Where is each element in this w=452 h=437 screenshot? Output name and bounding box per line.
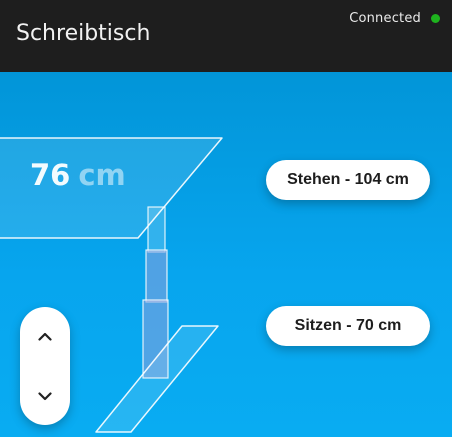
current-height-unit: cm (78, 158, 126, 192)
chevron-up-icon (38, 332, 52, 341)
chevron-down-icon (38, 391, 52, 400)
desk-control-app: Schreibtisch Connected 76 cm Stehen - 104… (0, 0, 452, 437)
preset-sit-button[interactable]: Sitzen - 70 cm (266, 306, 430, 346)
current-height-readout: 76 cm (30, 158, 126, 192)
height-adjust-control (20, 307, 70, 425)
preset-stand-button[interactable]: Stehen - 104 cm (266, 160, 430, 200)
move-up-button[interactable] (20, 311, 70, 361)
connection-status-label: Connected (349, 10, 421, 26)
desk-leg-middle (145, 249, 168, 303)
desk-leg-upper (147, 206, 166, 253)
move-down-button[interactable] (20, 371, 70, 421)
desk-panel: 76 cm Stehen - 104 cm Sitzen - 70 cm (0, 72, 452, 437)
connection-status: Connected (349, 10, 440, 26)
connection-status-dot (431, 13, 440, 23)
page-title: Schreibtisch (16, 21, 151, 46)
app-header: Schreibtisch Connected (0, 0, 452, 72)
current-height-value: 76 (30, 158, 71, 192)
